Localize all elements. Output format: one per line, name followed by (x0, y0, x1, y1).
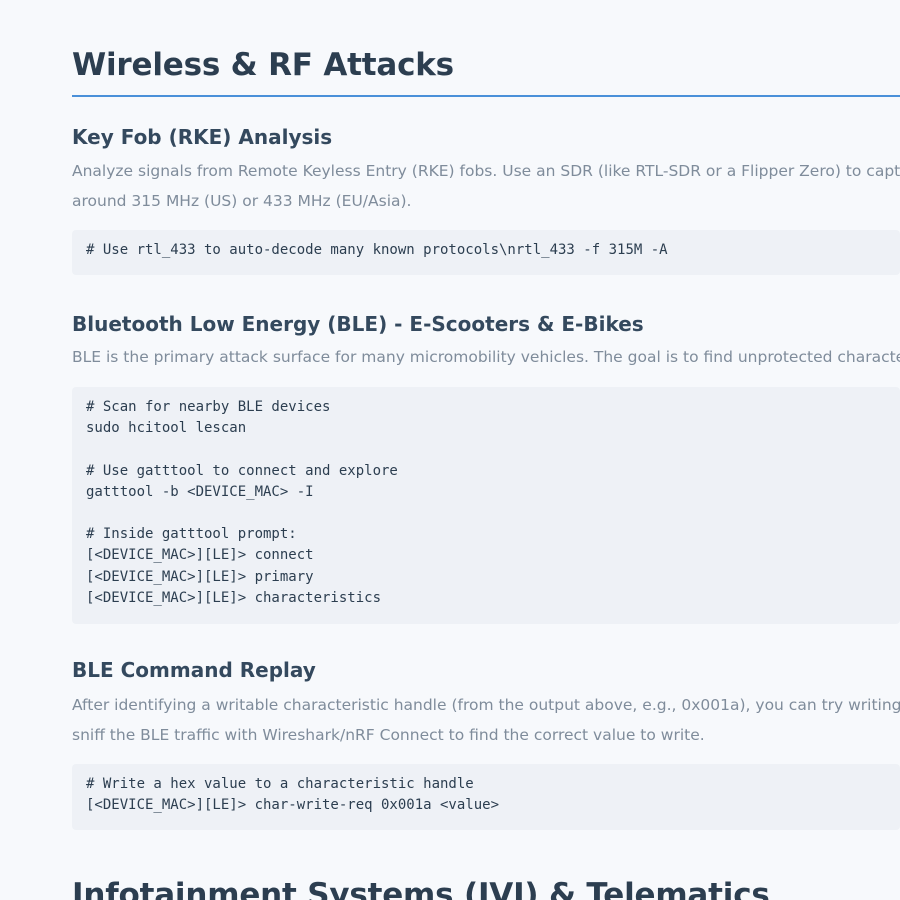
ble-title: Bluetooth Low Energy (BLE) - E-Scooters … (72, 312, 644, 336)
rke-description-line-1: Analyze signals from Remote Keyless Entr… (72, 162, 900, 180)
replay-description-line-1: After identifying a writable characteris… (72, 696, 900, 714)
section-title-underline (72, 95, 900, 97)
ble-description-line-1: BLE is the primary attack surface for ma… (72, 348, 900, 366)
rke-code-block[interactable]: # Use rtl_433 to auto-decode many known … (72, 230, 900, 275)
rke-title: Key Fob (RKE) Analysis (72, 125, 333, 149)
replay-code-block[interactable]: # Write a hex value to a characteristic … (72, 764, 900, 830)
rke-description-line-2: around 315 MHz (US) or 433 MHz (EU/Asia)… (72, 192, 412, 210)
replay-title: BLE Command Replay (72, 658, 316, 682)
section-title: Wireless & RF Attacks (72, 47, 454, 83)
next-section-title: Infotainment Systems (IVI) & Telematics (72, 877, 770, 900)
replay-description-line-2: sniff the BLE traffic with Wireshark/nRF… (72, 726, 705, 744)
ble-code-block[interactable]: # Scan for nearby BLE devices sudo hcito… (72, 387, 900, 624)
